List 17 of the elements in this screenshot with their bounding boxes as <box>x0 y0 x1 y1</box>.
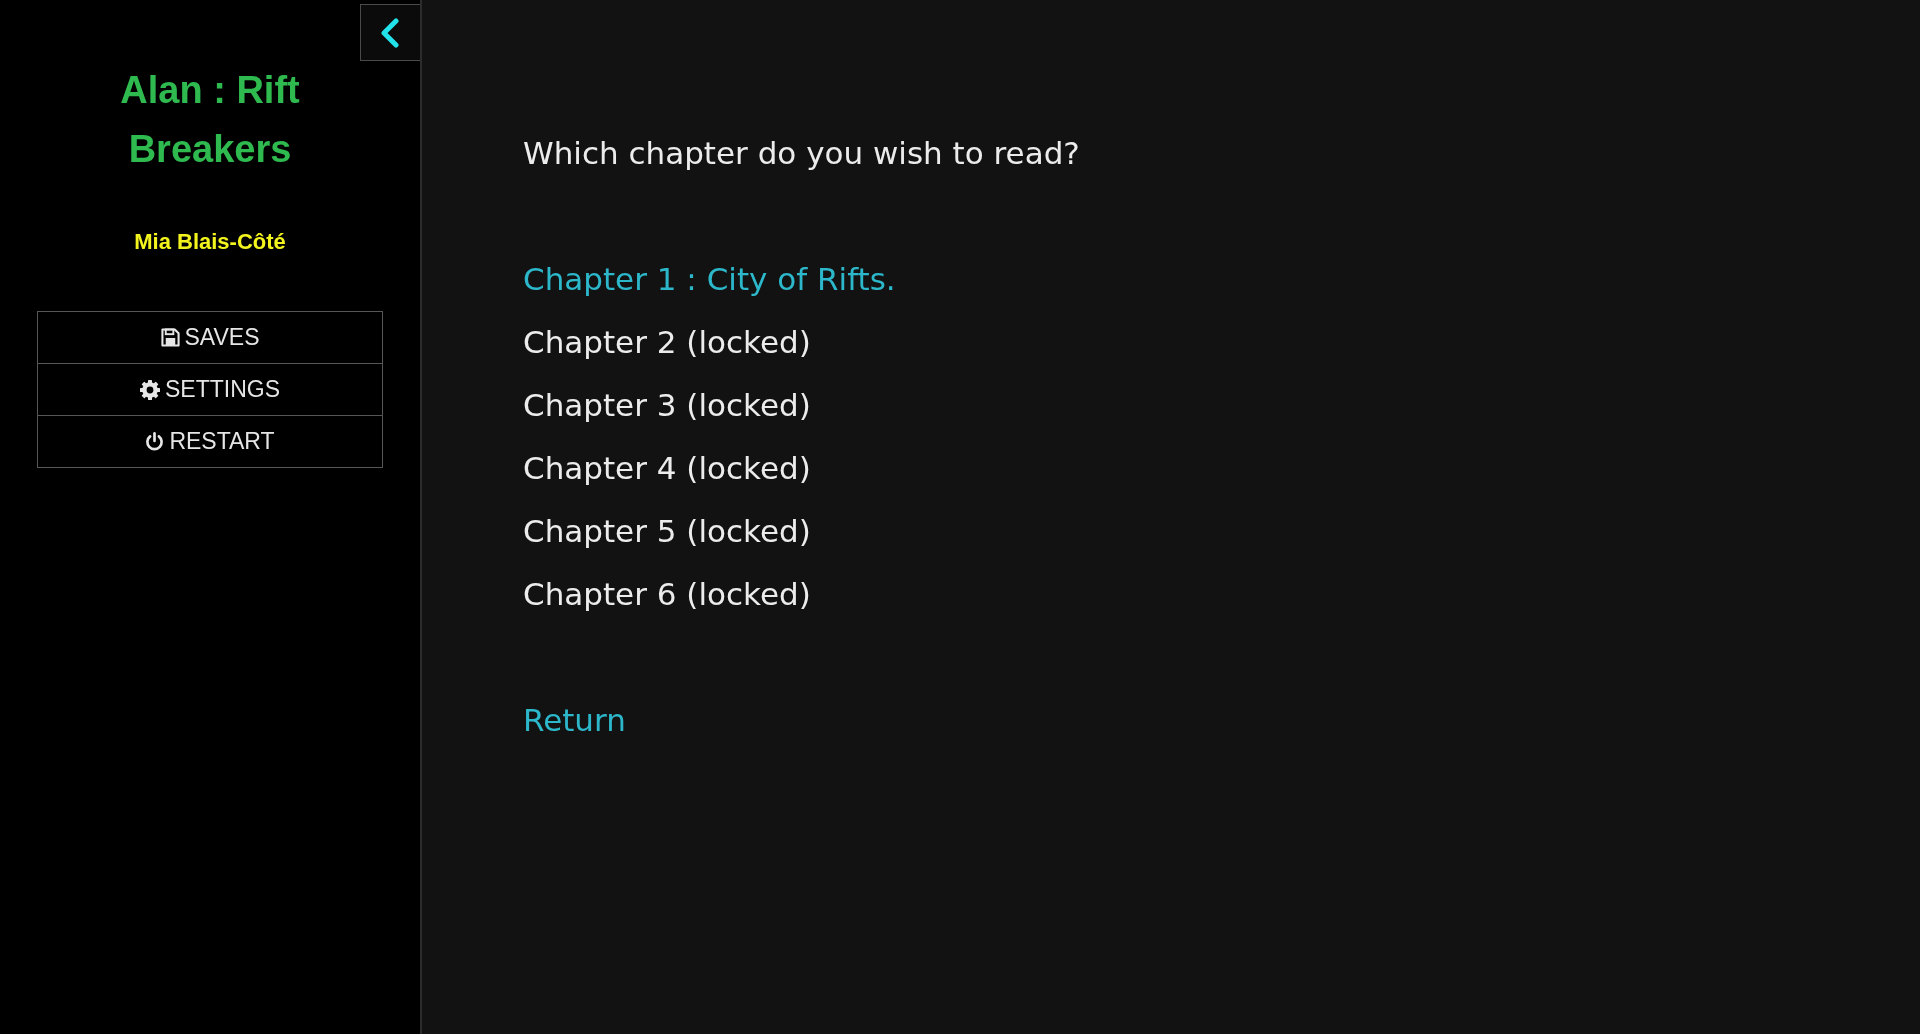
return-link[interactable]: Return <box>523 689 626 752</box>
settings-button[interactable]: SETTINGS <box>37 363 383 416</box>
author-name: Mia Blais-Côté <box>133 230 287 254</box>
prompt-text: Which chapter do you wish to read? <box>523 134 1080 173</box>
locked-chapter-text: Chapter 3 (locked) <box>523 386 811 425</box>
chapter-link[interactable]: Chapter 1 : City of Rifts. <box>523 248 896 311</box>
locked-chapter-text: Chapter 4 (locked) <box>523 449 811 488</box>
restart-button[interactable]: RESTART <box>37 415 383 468</box>
story-title: Alan : Rift Breakers <box>119 68 301 172</box>
chevron-left-icon <box>379 17 400 48</box>
locked-chapter-text: Chapter 6 (locked) <box>523 575 811 614</box>
gear-icon <box>140 379 160 400</box>
saves-button[interactable]: SAVES <box>37 311 383 364</box>
collapse-sidebar-button[interactable] <box>360 4 420 61</box>
locked-chapter-text: Chapter 5 (locked) <box>523 512 811 551</box>
locked-chapter-text: Chapter 2 (locked) <box>523 323 811 362</box>
power-icon <box>145 432 165 451</box>
